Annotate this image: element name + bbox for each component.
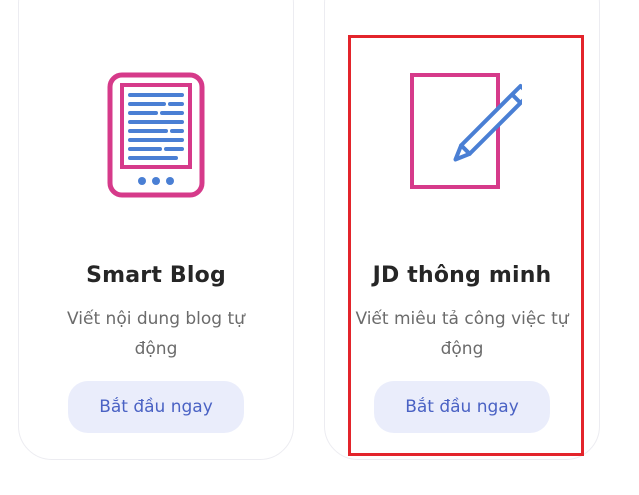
tool-cards-grid: Smart Blog Viết nội dung blog tự động Bắ… xyxy=(0,0,639,495)
card-icon-wrap xyxy=(19,71,293,201)
card-icon-wrap xyxy=(325,71,599,201)
card-smart-blog[interactable]: Smart Blog Viết nội dung blog tự động Bắ… xyxy=(18,0,294,460)
ebook-reader-icon xyxy=(107,72,205,198)
card-jd-thong-minh[interactable]: JD thông minh Viết miêu tả công việc tự … xyxy=(324,0,600,460)
start-button[interactable]: Bắt đầu ngay xyxy=(374,381,550,433)
card-description: Viết nội dung blog tự động xyxy=(67,309,245,359)
card-description: Viết miêu tả công việc tự động xyxy=(355,309,569,359)
card-title: Smart Blog xyxy=(86,263,226,288)
card-title: JD thông minh xyxy=(372,263,552,288)
start-button[interactable]: Bắt đầu ngay xyxy=(68,381,244,433)
document-pen-icon xyxy=(410,73,522,189)
